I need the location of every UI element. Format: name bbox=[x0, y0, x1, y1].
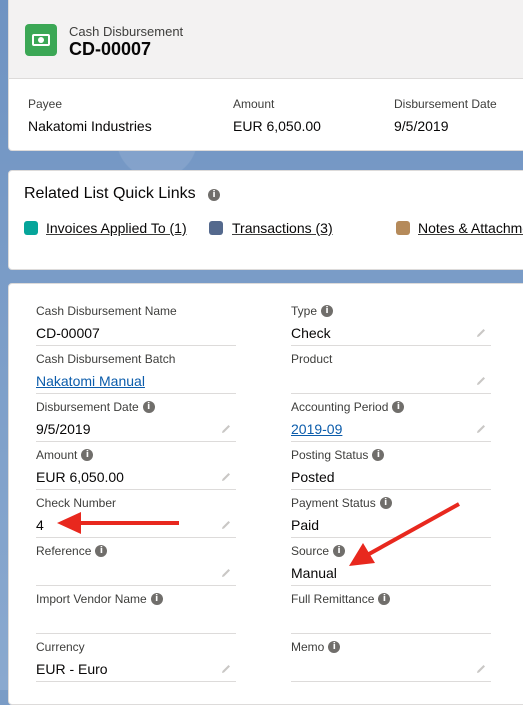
edit-pencil-icon[interactable] bbox=[220, 567, 232, 579]
amount-label: Amount bbox=[233, 97, 275, 111]
invoice-icon bbox=[24, 221, 38, 235]
wrench-icon bbox=[209, 221, 223, 235]
info-icon[interactable]: i bbox=[328, 640, 341, 653]
info-icon[interactable]: i bbox=[333, 544, 346, 557]
amount-field-value: EUR 6,050.00 bbox=[36, 469, 124, 485]
posting-status-value: Posted bbox=[291, 469, 335, 485]
info-icon[interactable]: i bbox=[372, 448, 385, 461]
field-label: Posting Status i bbox=[291, 448, 385, 462]
info-icon[interactable]: i bbox=[321, 304, 334, 317]
payee-value: Nakatomi Industries bbox=[28, 118, 152, 134]
info-icon[interactable]: i bbox=[150, 592, 163, 605]
field-label: Cash Disbursement Name bbox=[36, 304, 177, 318]
edit-pencil-icon[interactable] bbox=[475, 423, 487, 435]
field-label: Amount i bbox=[36, 448, 94, 462]
cash-disbursement-icon bbox=[25, 24, 57, 56]
edit-pencil-icon[interactable] bbox=[475, 327, 487, 339]
info-icon[interactable]: i bbox=[392, 400, 405, 413]
source-value: Manual bbox=[291, 565, 337, 581]
field-label: Check Number bbox=[36, 496, 117, 510]
edit-pencil-icon[interactable] bbox=[475, 375, 487, 387]
amount-value: EUR 6,050.00 bbox=[233, 118, 321, 134]
field-label: Currency bbox=[36, 640, 85, 654]
edit-pencil-icon[interactable] bbox=[220, 519, 232, 531]
check-number-value: 4 bbox=[36, 517, 44, 533]
edit-pencil-icon[interactable] bbox=[220, 423, 232, 435]
object-type-label: Cash Disbursement bbox=[69, 24, 184, 39]
record-detail-panel: Cash Disbursement Name CD-00007 Cash Dis… bbox=[8, 283, 523, 705]
info-icon[interactable]: i bbox=[378, 592, 391, 605]
type-value: Check bbox=[291, 325, 331, 341]
record-title-bar: Cash Disbursement CD-00007 bbox=[9, 0, 523, 79]
record-name: CD-00007 bbox=[69, 39, 152, 59]
field-label: Full Remittance i bbox=[291, 592, 391, 606]
disbursement-date-value: 9/5/2019 bbox=[394, 118, 449, 134]
edit-pencil-icon[interactable] bbox=[220, 663, 232, 675]
edit-pencil-icon[interactable] bbox=[475, 663, 487, 675]
field-label: Accounting Period i bbox=[291, 400, 405, 414]
accounting-period-link[interactable]: 2019-09 bbox=[291, 421, 342, 437]
related-list-quick-links: Related List Quick Links i Invoices Appl… bbox=[8, 170, 523, 270]
field-label: Import Vendor Name i bbox=[36, 592, 163, 606]
disbursement-date-label: Disbursement Date bbox=[394, 97, 497, 111]
cash-disbursement-batch-link[interactable]: Nakatomi Manual bbox=[36, 373, 145, 389]
disbursement-date-field-value: 9/5/2019 bbox=[36, 421, 91, 437]
edit-pencil-icon[interactable] bbox=[220, 471, 232, 483]
quick-link-notes-attachments[interactable]: Notes & Attachme bbox=[418, 220, 523, 236]
info-icon[interactable]: i bbox=[142, 400, 155, 413]
cash-disbursement-name-value: CD-00007 bbox=[36, 325, 100, 341]
info-icon[interactable]: i bbox=[379, 496, 392, 509]
record-header: Cash Disbursement CD-00007 Payee Nakatom… bbox=[8, 0, 523, 151]
quick-link-transactions[interactable]: Transactions (3) bbox=[232, 220, 333, 236]
info-icon[interactable]: i bbox=[81, 448, 94, 461]
quick-link-invoices[interactable]: Invoices Applied To (1) bbox=[46, 220, 187, 236]
currency-value: EUR - Euro bbox=[36, 661, 108, 677]
payment-status-value: Paid bbox=[291, 517, 320, 533]
info-icon[interactable]: i bbox=[95, 544, 108, 557]
field-label: Reference i bbox=[36, 544, 108, 558]
payee-label: Payee bbox=[28, 97, 63, 111]
quick-links-title: Related List Quick Links bbox=[24, 185, 196, 202]
field-label: Memo i bbox=[291, 640, 341, 654]
field-label: Cash Disbursement Batch bbox=[36, 352, 176, 366]
field-label: Source i bbox=[291, 544, 346, 558]
field-label: Disbursement Date i bbox=[36, 400, 155, 414]
note-icon bbox=[396, 221, 410, 235]
field-label: Product bbox=[291, 352, 333, 366]
info-icon[interactable]: i bbox=[208, 189, 220, 201]
field-label: Payment Status i bbox=[291, 496, 392, 510]
field-label: Type i bbox=[291, 304, 334, 318]
